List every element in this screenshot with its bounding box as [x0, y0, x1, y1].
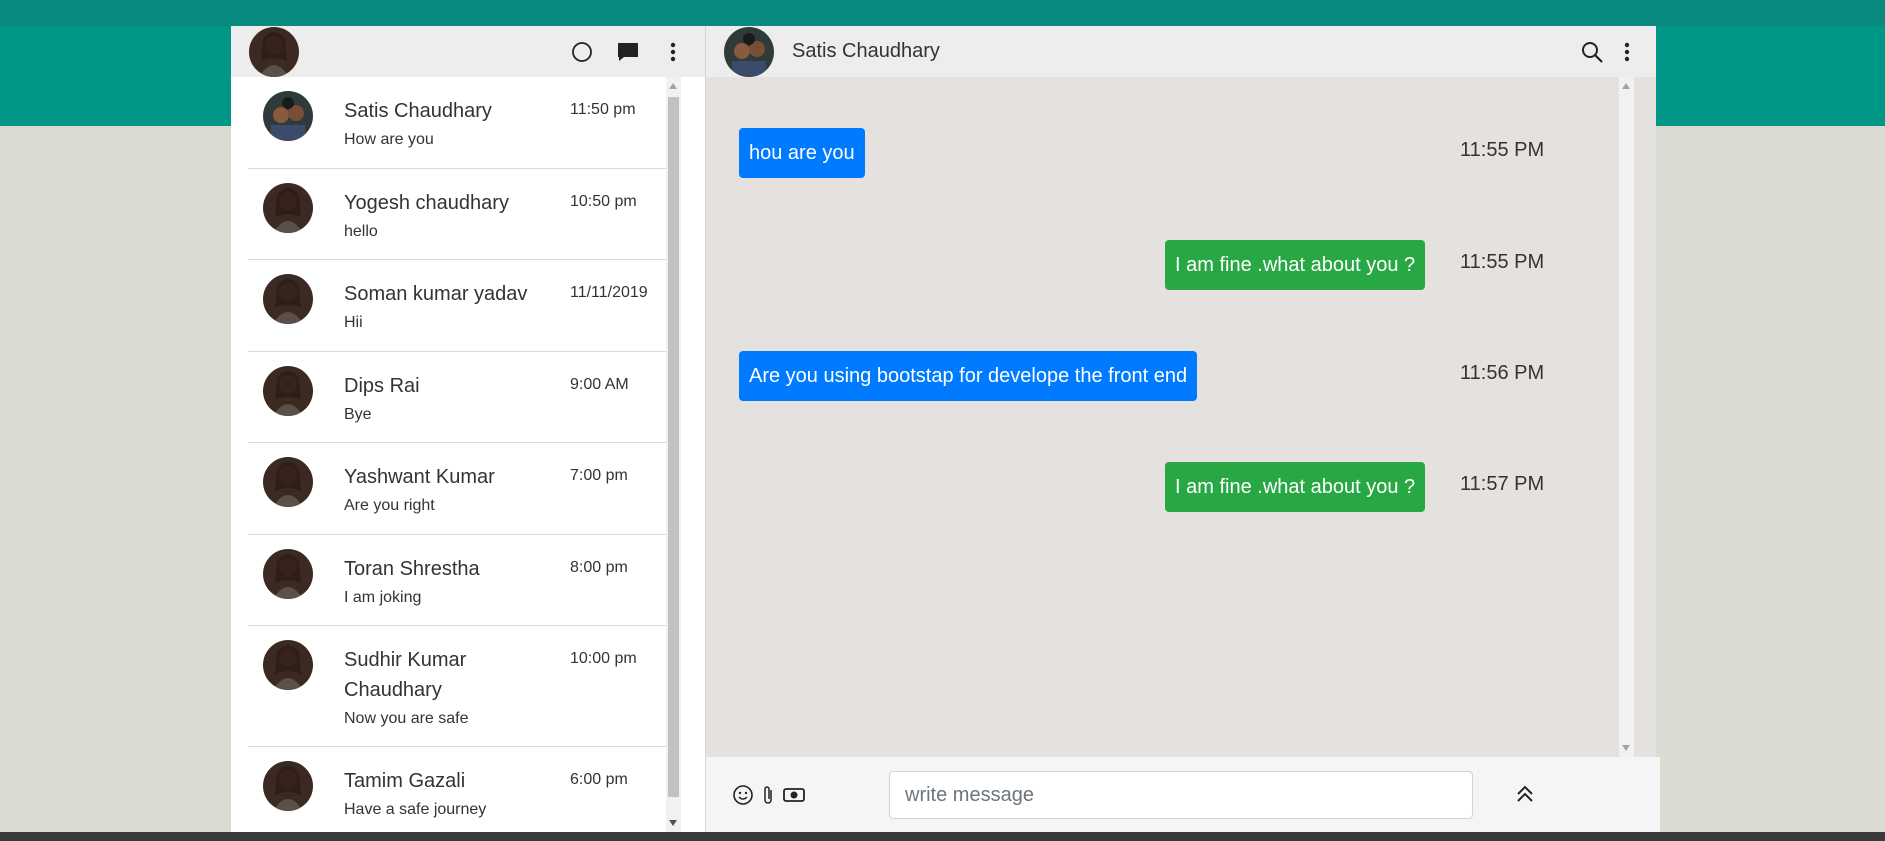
contact-avatar [263, 182, 313, 233]
contact-avatar [263, 457, 313, 507]
last-message-time: 11/11/2019 [570, 284, 648, 301]
last-message-time: 8:00 pm [570, 558, 628, 576]
chat-list-scrollbar[interactable] [666, 77, 681, 832]
composer-tools [732, 757, 806, 832]
chat-item[interactable]: Tamim Gazali 6:00 pm Have a safe journey [248, 747, 666, 832]
contact-avatar [263, 640, 313, 690]
message-time: 11:56 PM [1460, 362, 1545, 384]
contact-avatar [263, 548, 313, 599]
chat-item[interactable]: Sudhir Kumar Chaudhary 10:00 pm Now you … [248, 626, 666, 747]
chat-list: Satis Chaudhary 11:50 pm How are you Yog… [248, 77, 666, 832]
chat-item[interactable]: Yashwant Kumar 7:00 pm Are you right [248, 443, 666, 535]
send-icon[interactable] [1506, 775, 1544, 813]
scrollbar-thumb[interactable] [668, 97, 679, 797]
scroll-down-icon[interactable] [669, 820, 677, 826]
menu-icon[interactable] [1622, 41, 1632, 63]
scroll-up-icon[interactable] [1622, 83, 1630, 89]
message-time: 11:55 PM [1460, 139, 1545, 161]
attachment-icon[interactable] [760, 784, 776, 806]
conversation-header-icons [1580, 26, 1632, 77]
chat-item[interactable]: Satis Chaudhary 11:50 pm How are you [248, 77, 666, 169]
scroll-down-icon[interactable] [1622, 745, 1630, 751]
last-message: hello [344, 222, 378, 240]
last-message-time: 9:00 AM [570, 375, 629, 393]
new-chat-icon[interactable] [616, 40, 640, 64]
scroll-up-icon[interactable] [669, 83, 677, 89]
contact-name: Tamim Gazali [344, 770, 466, 792]
chat-list-panel: Satis Chaudhary 11:50 pm How are you Yog… [231, 26, 706, 832]
left-header-icons [571, 26, 678, 77]
menu-icon[interactable] [668, 41, 678, 63]
last-message-time: 10:00 pm [570, 650, 637, 667]
search-icon[interactable] [1580, 40, 1604, 64]
contact-name: Sudhir Kumar Chaudhary [344, 649, 467, 701]
emoji-icon[interactable] [732, 784, 754, 806]
contact-name: Yogesh chaudhary [344, 191, 509, 214]
contact-name: Toran Shrestha [344, 557, 480, 580]
left-header [231, 26, 705, 77]
message-composer [706, 757, 1660, 832]
contact-avatar[interactable] [724, 26, 774, 77]
contact-name: Dips Rai [344, 374, 420, 397]
contact-avatar [263, 274, 313, 324]
last-message-time: 10:50 pm [570, 192, 637, 210]
message-time: 11:57 PM [1460, 473, 1545, 495]
chat-item[interactable]: Yogesh chaudhary 10:50 pm hello [248, 169, 666, 260]
last-message: Have a safe journey [344, 801, 487, 818]
last-message: Are you right [344, 497, 435, 514]
chat-app: Satis Chaudhary 11:50 pm How are you Yog… [231, 26, 1660, 832]
last-message: Bye [344, 405, 372, 423]
message-bubble-incoming: hou are you [739, 128, 865, 178]
contact-name: Soman kumar yadav [344, 283, 528, 305]
last-message-time: 6:00 pm [570, 771, 628, 788]
camera-icon[interactable] [782, 784, 806, 806]
last-message: Hii [344, 314, 363, 331]
contact-name: Satis Chaudhary [344, 100, 492, 122]
contact-avatar [263, 761, 313, 811]
contact-name: Yashwant Kumar [344, 466, 495, 488]
contact-avatar [263, 365, 313, 416]
chat-item[interactable]: Soman kumar yadav 11/11/2019 Hii [248, 260, 666, 352]
chat-item[interactable]: Toran Shrestha 8:00 pm I am joking [248, 535, 666, 626]
user-avatar[interactable] [249, 26, 299, 77]
last-message-time: 11:50 pm [570, 101, 636, 118]
message-time: 11:55 PM [1460, 251, 1545, 273]
message-bubble-outgoing: I am fine .what about you ? [1165, 240, 1426, 290]
chat-item[interactable]: Dips Rai 9:00 AM Bye [248, 352, 666, 443]
conversation-contact-name[interactable]: Satis Chaudhary [792, 40, 940, 63]
taskbar-strip [0, 832, 1885, 841]
status-icon[interactable] [571, 41, 593, 63]
message-bubble-incoming: Are you using bootstap for develope the … [739, 351, 1198, 401]
conversation-header: Satis Chaudhary [706, 26, 1656, 77]
message-scrollbar[interactable] [1619, 77, 1634, 757]
message-input[interactable] [889, 771, 1473, 819]
last-message: I am joking [344, 588, 422, 606]
contact-avatar [263, 91, 313, 141]
last-message: How are you [344, 131, 434, 148]
last-message: Now you are safe [344, 710, 469, 727]
last-message-time: 7:00 pm [570, 467, 628, 484]
message-bubble-outgoing: I am fine .what about you ? [1165, 462, 1426, 512]
message-area: hou are you 11:55 PM I am fine .what abo… [706, 77, 1619, 757]
conversation-panel: Satis Chaudhary hou are you 11:55 PM I a… [706, 26, 1660, 832]
